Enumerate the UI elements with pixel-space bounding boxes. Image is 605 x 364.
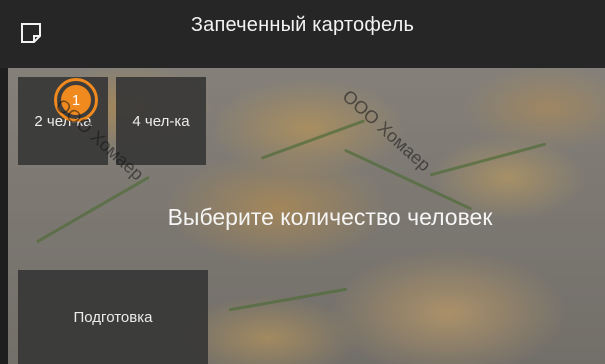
rosemary-sprig (429, 142, 547, 177)
page-title: Запеченный картофель (190, 14, 415, 36)
recipe-screen: Запеченный картофель 2 чел-ка 4 чел-ка 1… (0, 0, 605, 364)
instruction-text: Выберите количество человек (167, 204, 493, 230)
top-bar: Запеченный картофель (0, 0, 605, 68)
portion-4-button[interactable]: 4 чел-ка (116, 77, 206, 165)
preparation-label: Подготовка (73, 308, 153, 326)
rosemary-sprig (228, 287, 348, 312)
portion-4-label: 4 чел-ка (132, 112, 190, 130)
rosemary-sprig (260, 119, 366, 160)
preparation-button[interactable]: Подготовка (18, 270, 208, 364)
